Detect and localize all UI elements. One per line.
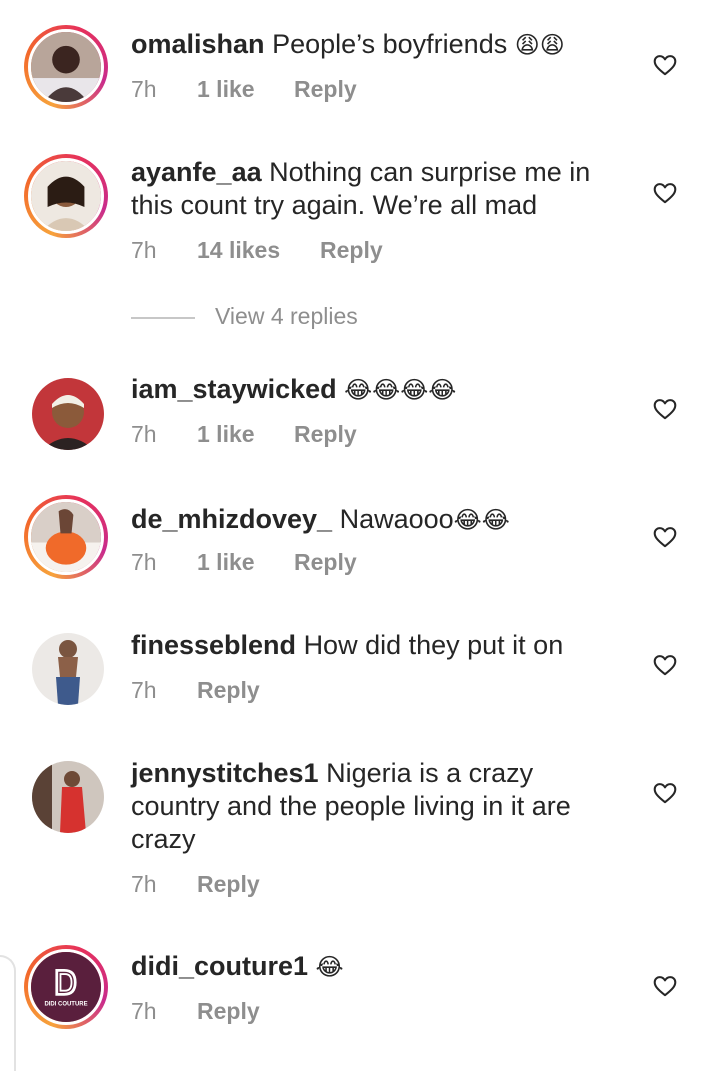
- comment-text: How did they put it on: [303, 630, 564, 660]
- comment-username[interactable]: jennystitches1: [131, 758, 319, 788]
- bottom-sheet-edge: [0, 955, 16, 1071]
- like-heart-icon[interactable]: [652, 180, 678, 206]
- like-heart-icon[interactable]: [652, 524, 678, 550]
- comment-emoji: 😂😂😂😂: [344, 376, 457, 404]
- comment-text: Nawaooo: [339, 504, 454, 534]
- view-replies-divider: [131, 317, 195, 319]
- view-replies-label[interactable]: View 4 replies: [215, 303, 358, 330]
- avatar[interactable]: [24, 154, 108, 238]
- reply-button[interactable]: Reply: [197, 998, 260, 1025]
- comment-body: omalishan People’s boyfriends 😩😩: [131, 28, 601, 62]
- view-replies-button[interactable]: View 4 replies: [131, 303, 431, 333]
- like-heart-icon[interactable]: [652, 52, 678, 78]
- reply-button[interactable]: Reply: [197, 871, 260, 898]
- comment-time: 7h: [131, 549, 157, 575]
- reply-button[interactable]: Reply: [294, 549, 357, 576]
- comment-username[interactable]: omalishan: [131, 29, 265, 59]
- like-heart-icon[interactable]: [652, 396, 678, 422]
- avatar[interactable]: [24, 25, 108, 109]
- avatar[interactable]: DIDI COUTURE: [24, 945, 108, 1029]
- avatar[interactable]: [24, 625, 108, 709]
- comment-body: jennystitches1 Nigeria is a crazy countr…: [131, 757, 601, 856]
- comment-time: 7h: [131, 871, 157, 897]
- comment-username[interactable]: didi_couture1: [131, 951, 308, 981]
- comment-text: People’s boyfriends: [272, 29, 508, 59]
- avatar[interactable]: [24, 753, 108, 837]
- comment-username[interactable]: finesseblend: [131, 630, 296, 660]
- comment-likes[interactable]: 1 like: [197, 421, 255, 448]
- comment-emoji: 😂😂: [453, 506, 510, 534]
- comment-time: 7h: [131, 998, 157, 1024]
- like-heart-icon[interactable]: [652, 780, 678, 806]
- reply-button[interactable]: Reply: [197, 677, 260, 704]
- comment-username[interactable]: de_mhizdovey_: [131, 504, 332, 534]
- comment-body: finesseblend How did they put it on: [131, 629, 601, 662]
- comment-emoji: 😂: [315, 953, 344, 981]
- didi-couture-logo-text: DIDI COUTURE: [44, 1001, 87, 1007]
- like-heart-icon[interactable]: [652, 973, 678, 999]
- comment-emoji: 😩😩: [514, 31, 565, 59]
- comment-username[interactable]: iam_staywicked: [131, 374, 337, 404]
- comment-time: 7h: [131, 76, 157, 102]
- comment-body: iam_staywicked 😂😂😂😂: [131, 373, 601, 407]
- comment-body: de_mhizdovey_ Nawaooo😂😂: [131, 503, 601, 537]
- comment-likes[interactable]: 14 likes: [197, 237, 280, 264]
- like-heart-icon[interactable]: [652, 652, 678, 678]
- reply-button[interactable]: Reply: [294, 421, 357, 448]
- comment-likes[interactable]: 1 like: [197, 549, 255, 576]
- reply-button[interactable]: Reply: [320, 237, 383, 264]
- avatar[interactable]: [24, 495, 108, 579]
- comment-time: 7h: [131, 421, 157, 447]
- comment-body: didi_couture1 😂: [131, 950, 601, 984]
- comment-likes[interactable]: 1 like: [197, 76, 255, 103]
- comment-time: 7h: [131, 237, 157, 263]
- comment-time: 7h: [131, 677, 157, 703]
- avatar[interactable]: [24, 370, 108, 454]
- comment-body: ayanfe_aa Nothing can surprise me in thi…: [131, 156, 601, 222]
- comment-username[interactable]: ayanfe_aa: [131, 157, 262, 187]
- reply-button[interactable]: Reply: [294, 76, 357, 103]
